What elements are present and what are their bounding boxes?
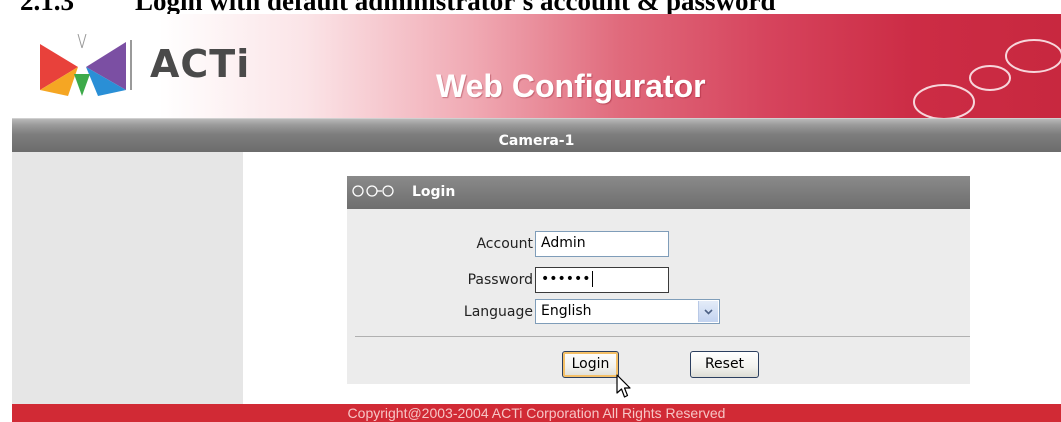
login-panel: Login Account Admin Password •••••• Lang…: [347, 176, 970, 384]
language-selected-value: English: [541, 303, 592, 319]
acti-logo-icon: [40, 34, 126, 96]
password-input[interactable]: ••••••: [535, 267, 669, 293]
chain-link-icon: [352, 185, 394, 197]
password-label: Password: [467, 272, 533, 288]
section-number: 2.1.3: [20, 0, 135, 14]
camera-name-bar: Camera-1: [12, 118, 1061, 153]
footer-bar: Copyright@2003-2004 ACTi Corporation All…: [12, 404, 1061, 422]
section-title: Login with default administrator's accou…: [135, 0, 776, 14]
mouse-pointer-icon: [616, 374, 631, 398]
header-banner: ACTi Web Configurator: [12, 14, 1061, 118]
form-divider: [355, 336, 970, 337]
login-panel-header: Login: [347, 176, 970, 209]
document-section-heading: 2.1.3Login with default administrator's …: [20, 0, 1060, 14]
login-title: Login: [412, 184, 456, 200]
account-input[interactable]: Admin: [535, 231, 669, 257]
account-label: Account: [476, 236, 533, 252]
account-value: Admin: [541, 235, 586, 251]
chevron-down-icon[interactable]: [698, 301, 718, 322]
copyright-text: Copyright@2003-2004 ACTi Corporation All…: [347, 405, 726, 421]
left-sidebar: [12, 152, 243, 404]
password-value: ••••••: [541, 271, 591, 287]
camera-name: Camera-1: [498, 133, 575, 149]
language-select[interactable]: English: [535, 299, 720, 324]
login-button[interactable]: Login: [562, 351, 619, 378]
brand-name: ACTi: [150, 42, 251, 86]
app-title: Web Configurator: [436, 68, 706, 104]
text-caret: [591, 271, 593, 287]
reset-button[interactable]: Reset: [690, 351, 759, 378]
language-label: Language: [463, 304, 533, 320]
decorative-rings-icon: [913, 39, 1061, 118]
logo-separator: [130, 40, 132, 90]
